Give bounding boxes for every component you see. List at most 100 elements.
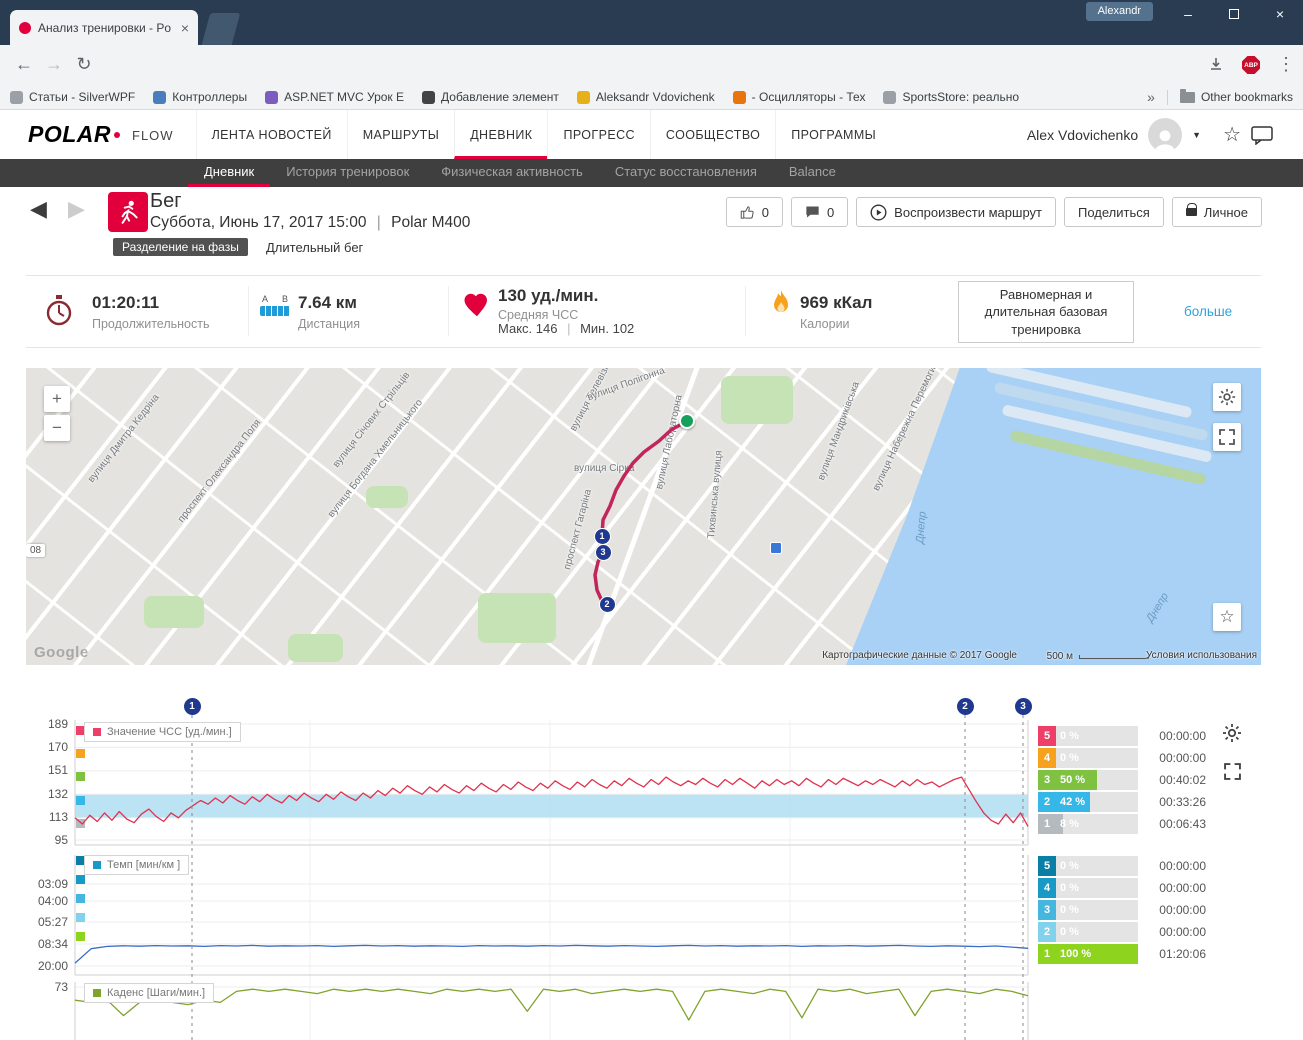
zone-bar: 0 % — [1056, 748, 1138, 768]
stats-divider — [448, 286, 449, 336]
diary-subnav: ДневникИстория тренировокФизическая акти… — [0, 159, 1303, 187]
zoom-out-button[interactable]: − — [44, 415, 70, 441]
maximize-button[interactable] — [1211, 0, 1257, 28]
map-favorite-button[interactable]: ☆ — [1213, 603, 1241, 631]
bookmark-item[interactable]: Контроллеры — [153, 90, 247, 104]
polar-logo-dot — [114, 132, 120, 138]
distance-b: B — [282, 294, 288, 304]
y-axis-tick: 113 — [24, 810, 68, 824]
gear-icon — [1218, 388, 1236, 406]
favorites-star-icon[interactable]: ☆ — [1223, 122, 1241, 147]
y-axis-tick: 03:09 — [24, 877, 68, 891]
phase-tag[interactable]: Разделение на фазы — [113, 238, 248, 256]
zone-number: 5 — [1038, 856, 1056, 876]
subnav-item[interactable]: Дневник — [188, 159, 270, 187]
calories-label: Калории — [800, 317, 850, 331]
distance-a: A — [262, 294, 268, 304]
bookmarks-list: Статьи - SilverWPF Контроллеры ASP.NET MVC… — [10, 90, 1037, 104]
tab-close-icon[interactable]: × — [181, 20, 189, 36]
zone-number: 1 — [1038, 944, 1056, 964]
prev-workout-icon[interactable]: ◀ — [30, 196, 47, 222]
cadence-chart-title: Каденс [Шаги/мин.] — [107, 987, 205, 999]
share-button[interactable]: Поделиться — [1064, 197, 1164, 227]
heart-icon — [462, 291, 492, 324]
y-axis-tick: 08:34 — [24, 937, 68, 951]
main-nav-item[interactable]: СООБЩЕСТВО — [650, 110, 775, 159]
route-map[interactable]: 08 + − ☆ Google Картографические данные … — [26, 368, 1261, 665]
like-button[interactable]: 0 — [726, 197, 783, 227]
comment-button[interactable]: 0 — [791, 197, 848, 227]
training-device: Polar M400 — [391, 214, 470, 231]
bookmark-item[interactable]: Aleksandr Vdovichenk — [577, 90, 715, 104]
bookmark-label: - Осцилляторы - Тех — [752, 90, 866, 104]
route-start-marker[interactable] — [679, 413, 695, 429]
save-page-icon[interactable] — [1204, 56, 1228, 77]
subnav-item[interactable]: История тренировок — [270, 159, 425, 187]
date-device-divider: | — [377, 214, 381, 231]
other-bookmarks[interactable]: Other bookmarks — [1180, 90, 1293, 104]
back-icon[interactable]: ← — [12, 54, 36, 75]
main-nav-item[interactable]: ПРОГРЕСС — [547, 110, 649, 159]
training-date: Суббота, Июнь 17, 2017 15:00 — [150, 214, 366, 231]
road-number-badge: 08 — [26, 544, 45, 557]
main-nav-item[interactable]: ПРОГРАММЫ — [775, 110, 891, 159]
new-tab-button[interactable] — [202, 13, 241, 45]
bookmark-item[interactable]: Статьи - SilverWPF — [10, 90, 135, 104]
bookmark-favicon — [577, 91, 590, 104]
replay-route-button[interactable]: Воспроизвести маршрут — [856, 197, 1056, 227]
bookmark-item[interactable]: Добавление элемент — [422, 90, 559, 104]
bookmark-item[interactable]: - Осцилляторы - Тех — [733, 90, 866, 104]
polar-favicon — [19, 22, 31, 34]
map-fullscreen-button[interactable] — [1213, 423, 1241, 451]
route-lap-marker[interactable]: 2 — [599, 596, 616, 613]
flame-icon — [770, 289, 792, 324]
bookmark-item[interactable]: SportsStore: реально — [883, 90, 1019, 104]
route-lap-marker[interactable]: 3 — [595, 544, 612, 561]
like-count: 0 — [762, 205, 769, 220]
main-nav-item[interactable]: МАРШРУТЫ — [347, 110, 454, 159]
subnav-item[interactable]: Физическая активность — [425, 159, 599, 187]
user-name[interactable]: Alex Vdovichenko — [1027, 127, 1138, 143]
zone-percent: 0 % — [1060, 900, 1079, 920]
chart-settings-button[interactable] — [1222, 723, 1242, 748]
map-terms-link[interactable]: Условия использования — [1146, 650, 1257, 661]
bookmark-favicon — [883, 91, 896, 104]
more-link[interactable]: больше — [1184, 304, 1232, 319]
avatar[interactable] — [1148, 118, 1182, 152]
zone-row: 50 %00:00:00 — [1038, 726, 1206, 746]
map-scale: 500 м — [1047, 651, 1149, 662]
hr-chip-icon — [93, 728, 101, 736]
next-workout-icon[interactable]: ▶ — [68, 196, 85, 222]
chart-fullscreen-button[interactable] — [1224, 763, 1241, 785]
browser-tab[interactable]: Анализ тренировки - Po × — [10, 10, 198, 45]
bookmarks-overflow-icon[interactable]: » — [1147, 89, 1155, 105]
adblock-icon[interactable]: ABP — [1242, 56, 1260, 74]
hr-maxmin-divider: | — [567, 321, 570, 336]
bookmarks-bar: Статьи - SilverWPF Контроллеры ASP.NET MVC… — [0, 85, 1303, 110]
share-label: Поделиться — [1078, 205, 1150, 220]
forward-icon[interactable]: → — [42, 54, 66, 75]
browser-menu-icon[interactable]: ⋮ — [1274, 54, 1298, 75]
calories-value: 969 кКал — [800, 293, 872, 313]
y-axis-tick: 151 — [24, 763, 68, 777]
route-lap-marker[interactable]: 1 — [594, 528, 611, 545]
bookmark-item[interactable]: ASP.NET MVC Урок Е — [265, 90, 404, 104]
subnav-item[interactable]: Balance — [773, 159, 852, 187]
chevron-down-icon[interactable]: ▼ — [1192, 130, 1201, 140]
feedback-icon[interactable] — [1251, 125, 1273, 145]
close-button[interactable]: × — [1257, 0, 1303, 28]
zoom-in-button[interactable]: + — [44, 386, 70, 412]
polar-logo[interactable]: POLAR — [28, 121, 111, 148]
zone-bar: 0 % — [1056, 900, 1138, 920]
zone-number: 4 — [1038, 878, 1056, 898]
main-nav-item[interactable]: ДНЕВНИК — [454, 110, 547, 159]
refresh-icon[interactable]: ↻ — [72, 54, 96, 75]
polar-header: POLAR FLOW ЛЕНТА НОВОСТЕЙМАРШРУТЫДНЕВНИК… — [0, 110, 1303, 159]
zone-percent: 100 % — [1060, 944, 1091, 964]
browser-profile-chip[interactable]: Alexandr — [1086, 2, 1153, 21]
minimize-button[interactable]: – — [1165, 0, 1211, 28]
main-nav-item[interactable]: ЛЕНТА НОВОСТЕЙ — [196, 110, 347, 159]
subnav-item[interactable]: Статус восстановления — [599, 159, 773, 187]
map-settings-button[interactable] — [1213, 383, 1241, 411]
privacy-button[interactable]: Личное — [1172, 197, 1262, 227]
